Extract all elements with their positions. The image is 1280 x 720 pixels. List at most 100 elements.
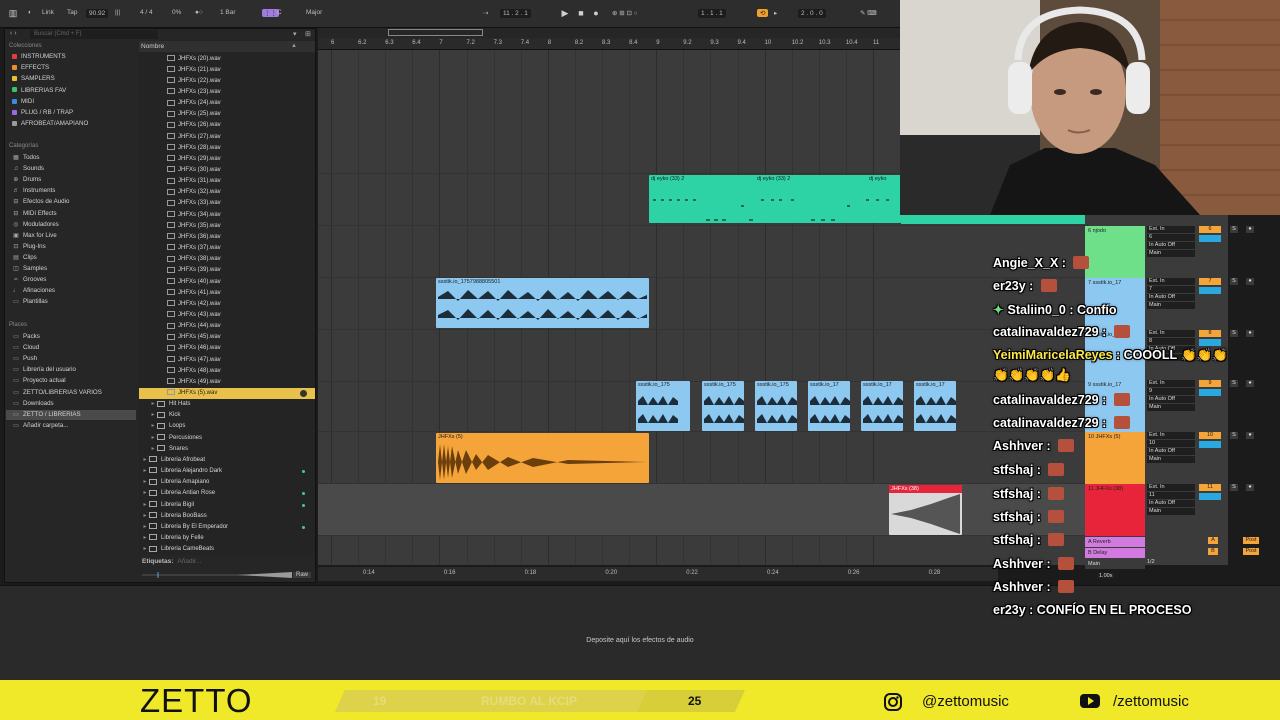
library-row[interactable]: ▸ Libreria Amapiano	[139, 477, 315, 488]
loop-start[interactable]: 1 . 1 . 1	[698, 9, 726, 18]
expand-icon[interactable]: ▸	[141, 544, 149, 555]
track-lane[interactable]	[318, 432, 1088, 484]
output-select[interactable]: Main	[1147, 456, 1195, 463]
device-view[interactable]	[0, 585, 1280, 680]
cue-output[interactable]: 1/2	[1147, 559, 1195, 565]
arm-button[interactable]: ●	[1246, 226, 1254, 233]
place-item[interactable]: ▭ Packs	[12, 332, 40, 342]
link-button[interactable]: Link	[42, 9, 54, 16]
menu-icon[interactable]: ▥	[8, 8, 18, 18]
collection-item[interactable]: PLUG / RB / TRAP	[12, 108, 73, 118]
place-item[interactable]: ▭ ZETTO/LIBRERIAS VARIOS	[12, 388, 102, 398]
output-select[interactable]: Main	[1147, 404, 1195, 411]
key-root[interactable]: C	[277, 9, 282, 16]
grid-icon[interactable]: ⊞	[305, 30, 311, 38]
monitor-toggle[interactable]: In Auto Off	[1147, 448, 1195, 455]
clip-chop[interactable]: ssstik.io_175	[755, 381, 797, 431]
category-item[interactable]: ♫ Sounds	[12, 164, 44, 174]
clip-ssstik[interactable]: ssstik.io_1757988805501	[436, 278, 649, 328]
return-activator[interactable]: A	[1208, 537, 1218, 544]
file-row[interactable]: JHFXs (31).wav	[139, 176, 315, 187]
file-row[interactable]: JHFXs (41).wav	[139, 288, 315, 299]
category-item[interactable]: ◎ Moduladores	[12, 220, 58, 230]
time-ruler[interactable]: 0:14 0:16 0:18 0:20 0:22 0:24 0:26 0:28	[318, 567, 998, 581]
input-type-select[interactable]: Ext. In	[1147, 380, 1195, 387]
stop-icon[interactable]: ■	[576, 8, 586, 18]
clip-dj-eyko[interactable]: dj eyko (33) 2 dj eyko (33) 2 dj eyko	[649, 175, 901, 223]
clip-chop[interactable]: ssstik.io_17	[861, 381, 903, 431]
place-item[interactable]: ▭ Downloads	[12, 399, 54, 409]
tempo-ratio[interactable]: 1.00x	[1097, 573, 1115, 579]
track-header[interactable]: 6 njodo	[1085, 226, 1145, 278]
folder-row[interactable]: ▸ Hit Hats	[139, 399, 315, 410]
category-item[interactable]: ⊟ Efectos de Audio	[12, 197, 69, 207]
file-row[interactable]: JHFXs (45).wav	[139, 332, 315, 343]
file-row[interactable]: JHFXs (29).wav	[139, 154, 315, 165]
loop-toggle-icon[interactable]: ⟲	[757, 9, 769, 17]
collection-item[interactable]: AFROBEAT/AMAPIANO	[12, 119, 88, 129]
category-item[interactable]: ▣ Max for Live	[12, 231, 57, 241]
input-type-select[interactable]: Ext. In	[1147, 226, 1195, 233]
record-icon[interactable]: ●	[591, 8, 601, 18]
arrangement-overview[interactable]	[318, 28, 900, 38]
sort-icon[interactable]: ▲	[291, 43, 297, 49]
track-activator[interactable]: 11	[1199, 484, 1221, 491]
volume-slider[interactable]	[1199, 287, 1221, 294]
follow-icon[interactable]: ⇢	[483, 9, 488, 17]
folder-row[interactable]: ▸ Percusiones	[139, 433, 315, 444]
category-item[interactable]: ♩ Afinaciones	[12, 286, 55, 296]
track-activator[interactable]: 8	[1199, 330, 1221, 337]
expand-icon[interactable]: ▸	[141, 477, 149, 488]
return-activator[interactable]: B	[1208, 548, 1218, 555]
file-row[interactable]: JHFXs (23).wav	[139, 87, 315, 98]
play-icon[interactable]: ▶	[560, 8, 570, 18]
quantize-field[interactable]: 1 Bar	[220, 9, 236, 16]
collection-item[interactable]: SAMPLERS	[12, 74, 55, 84]
track-lane[interactable]	[318, 278, 1088, 330]
monitor-toggle[interactable]: In Auto Off	[1147, 294, 1195, 301]
input-type-select[interactable]: Ext. In	[1147, 484, 1195, 491]
post-toggle[interactable]: Post	[1243, 548, 1259, 555]
place-item[interactable]: ▭ Añadir carpeta...	[12, 421, 68, 431]
clip-dj-eyko-tail[interactable]	[901, 214, 1085, 224]
track-activator[interactable]: 10	[1199, 432, 1221, 439]
library-row[interactable]: ▸ Libreria Antian Rose	[139, 488, 315, 499]
time-signature[interactable]: 4 / 4	[140, 9, 153, 16]
library-row[interactable]: ▸ Libreria CameBeats	[139, 544, 315, 555]
library-row[interactable]: ▸ Libreria Alejandro Dark	[139, 466, 315, 477]
place-item[interactable]: ▭ ZETTO / LIBRERIAS	[6, 409, 136, 420]
category-item[interactable]: ⊡ Plug-Ins	[12, 242, 45, 252]
song-position[interactable]: 11 . 2 . 1	[500, 9, 531, 18]
clip-chop[interactable]: ssstik.io_17	[914, 381, 956, 431]
solo-button[interactable]: S	[1230, 226, 1238, 233]
expand-icon[interactable]: ▸	[149, 433, 157, 444]
tags-input[interactable]: Añadir...	[177, 558, 201, 565]
volume-slider[interactable]	[1199, 339, 1221, 346]
library-row[interactable]: ▸ Libreria Bigil	[139, 500, 315, 511]
expand-icon[interactable]: ▸	[141, 511, 149, 522]
file-row[interactable]: JHFXs (49).wav	[139, 377, 315, 388]
category-item[interactable]: ▤ Clips	[12, 253, 37, 263]
clip-jhfxs-38[interactable]: JHFXs (38)	[889, 485, 962, 535]
browser-search-input[interactable]: Buscar (Cmd + F)	[30, 30, 158, 39]
solo-button[interactable]: S	[1230, 380, 1238, 387]
track-lane[interactable]	[318, 330, 1088, 382]
file-row[interactable]: JHFXs (48).wav	[139, 366, 315, 377]
collection-item[interactable]: LIBRERIAS FAV	[12, 86, 66, 96]
clip-chop[interactable]: ssstik.io_175	[702, 381, 744, 431]
filter-icon[interactable]: ▾	[293, 30, 297, 38]
input-channel-select[interactable]: 6	[1147, 234, 1195, 241]
solo-button[interactable]: S	[1230, 484, 1238, 491]
library-row[interactable]: ▸ Libreria By El Emperador	[139, 522, 315, 533]
punch-icon[interactable]: ▸	[774, 9, 777, 17]
library-row[interactable]: ▸ Libreria Afrobeat	[139, 455, 315, 466]
return-track-header[interactable]: Main	[1085, 559, 1145, 569]
place-item[interactable]: ▭ Push	[12, 354, 37, 364]
category-item[interactable]: ▭ Plantillas	[12, 297, 48, 307]
place-item[interactable]: ▭ Librería del usuario	[12, 365, 76, 375]
file-row[interactable]: JHFXs (22).wav	[139, 76, 315, 87]
clip-chop[interactable]: ssstik.io_175	[636, 381, 690, 431]
file-row[interactable]: JHFXs (30).wav	[139, 165, 315, 176]
tempo-field[interactable]: 90.92	[86, 9, 109, 18]
volume-slider[interactable]	[1199, 235, 1221, 242]
